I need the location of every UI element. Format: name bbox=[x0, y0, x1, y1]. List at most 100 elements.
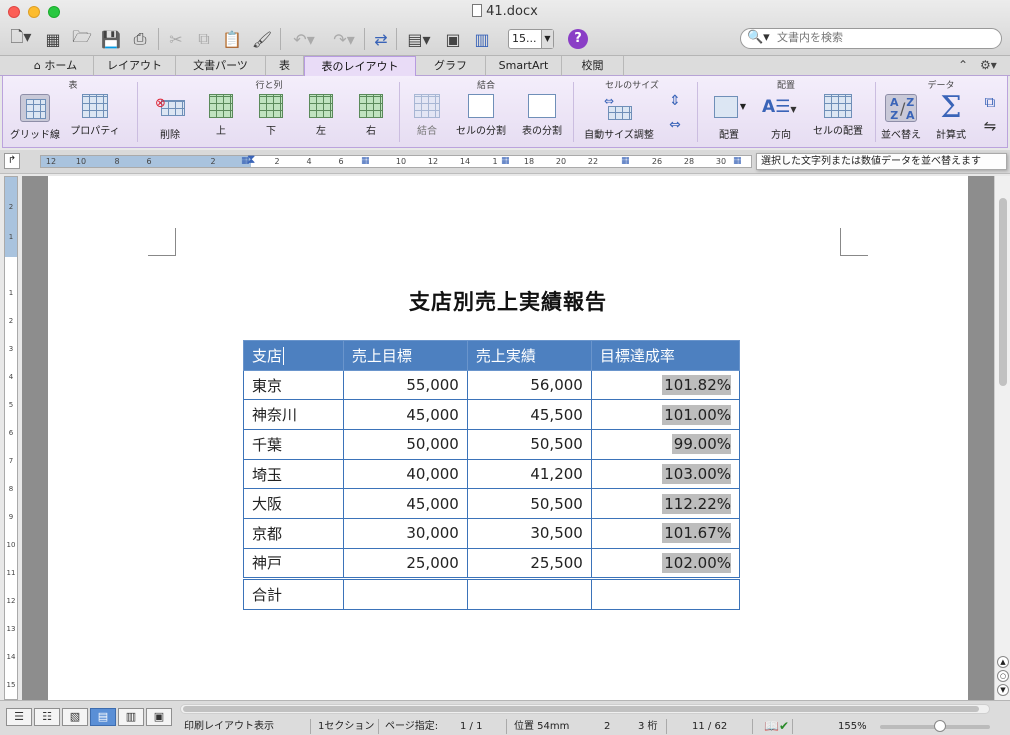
split-cells-button[interactable]: セルの分割 bbox=[451, 94, 511, 144]
formula-button[interactable]: Σ 計算式 bbox=[933, 93, 969, 144]
swap-icon[interactable]: ⇄ bbox=[370, 28, 392, 50]
spelling-check-icon[interactable]: 📖✔ bbox=[764, 718, 789, 735]
sales-table[interactable]: 支店 売上目標 売上実績 目標達成率 東京 55,000 56,000 101.… bbox=[243, 340, 741, 610]
tab-table-layout[interactable]: 表のレイアウト bbox=[304, 56, 416, 76]
target-cell[interactable]: 55,000 bbox=[342, 369, 468, 401]
distribute-columns-icon[interactable]: ⇔ bbox=[663, 116, 687, 134]
target-cell[interactable]: 30,000 bbox=[342, 518, 468, 549]
insert-above-button[interactable]: 上 bbox=[203, 94, 239, 144]
insert-right-button[interactable]: 右 bbox=[353, 94, 389, 144]
branch-cell[interactable]: 京都 bbox=[243, 518, 344, 549]
redo-icon[interactable]: ↷▾ bbox=[326, 28, 362, 50]
horizontal-scrollbar[interactable] bbox=[180, 704, 990, 714]
actual-cell[interactable]: 50,500 bbox=[466, 429, 592, 460]
outline-view-icon[interactable]: ☷ bbox=[34, 708, 60, 726]
insert-below-button[interactable]: 下 bbox=[253, 94, 289, 144]
zoom-slider[interactable] bbox=[880, 720, 990, 732]
branch-cell[interactable]: 神奈川 bbox=[243, 399, 344, 431]
gridlines-button[interactable]: グリッド線 bbox=[7, 94, 63, 144]
insert-left-button[interactable]: 左 bbox=[303, 94, 339, 144]
total-target-cell[interactable] bbox=[342, 576, 468, 610]
rate-cell[interactable]: 101.67% bbox=[590, 518, 741, 549]
vertical-scrollbar[interactable]: ▲ ○ ▼ bbox=[994, 176, 1010, 700]
header-cell[interactable]: 売上実績 bbox=[466, 340, 592, 371]
help-button[interactable]: ? bbox=[568, 29, 588, 49]
properties-button[interactable]: プロパティ bbox=[65, 94, 125, 144]
page-label[interactable]: ページ指定: bbox=[385, 718, 438, 735]
total-label-cell[interactable]: 合計 bbox=[243, 576, 344, 610]
actual-cell[interactable]: 41,200 bbox=[466, 458, 592, 490]
save-icon[interactable]: 💾 bbox=[100, 28, 122, 50]
column-marker-icon[interactable]: ▦ bbox=[621, 156, 630, 166]
branch-cell[interactable]: 東京 bbox=[243, 369, 344, 401]
target-cell[interactable]: 45,000 bbox=[342, 488, 468, 520]
gallery-icon[interactable]: ▦ bbox=[42, 28, 64, 50]
actual-cell[interactable]: 45,500 bbox=[466, 399, 592, 431]
text-direction-button[interactable]: A☰▼ 方向 bbox=[759, 94, 803, 144]
search-input[interactable] bbox=[777, 31, 997, 44]
sidebar-toggle-icon[interactable]: ▤▾ bbox=[402, 28, 436, 50]
word-count[interactable]: 11 / 62 bbox=[692, 718, 727, 735]
delete-button[interactable]: ⊗ 削除 bbox=[145, 94, 195, 144]
vertical-ruler[interactable]: 2 1 1 2 3 4 5 6 7 8 9 10 11 12 13 14 15 bbox=[4, 176, 18, 700]
tab-smartart[interactable]: SmartArt bbox=[486, 56, 562, 76]
actual-cell[interactable]: 25,500 bbox=[466, 547, 592, 579]
merge-cells-button[interactable]: 結合 bbox=[409, 94, 445, 144]
total-rate-cell[interactable] bbox=[590, 576, 741, 610]
cell-margins-button[interactable]: セルの配置 bbox=[809, 94, 867, 144]
header-cell[interactable]: 目標達成率 bbox=[590, 340, 741, 371]
target-cell[interactable]: 50,000 bbox=[342, 429, 468, 460]
split-table-button[interactable]: 表の分割 bbox=[513, 94, 571, 144]
tab-chart[interactable]: グラフ bbox=[416, 56, 486, 76]
scroll-thumb[interactable] bbox=[183, 706, 979, 712]
tab-table[interactable]: 表 bbox=[266, 56, 304, 76]
tab-layout[interactable]: レイアウト bbox=[94, 56, 176, 76]
tab-stop-selector[interactable]: ↱ bbox=[4, 153, 20, 169]
sort-button[interactable]: A Z / Z A 並べ替え bbox=[881, 94, 921, 144]
column-marker-icon[interactable]: ▦ bbox=[733, 156, 742, 166]
header-cell[interactable]: 支店 bbox=[243, 340, 344, 371]
search-field[interactable]: 🔍▾ bbox=[740, 28, 1002, 49]
actual-cell[interactable]: 30,500 bbox=[466, 518, 592, 549]
media-browser-icon[interactable]: ▣ bbox=[442, 28, 464, 50]
undo-icon[interactable]: ↶▾ bbox=[286, 28, 322, 50]
tab-home[interactable]: ⌂ ホーム bbox=[18, 56, 94, 76]
rate-cell[interactable]: 102.00% bbox=[590, 547, 741, 579]
column-marker-icon[interactable]: ▦ bbox=[361, 156, 370, 166]
draft-view-icon[interactable]: ☰ bbox=[6, 708, 32, 726]
rate-cell[interactable]: 101.00% bbox=[590, 399, 741, 431]
align-button[interactable]: ▼ 配置 bbox=[707, 94, 751, 144]
copy-icon[interactable]: ⧉ bbox=[192, 28, 216, 50]
branch-cell[interactable]: 神戸 bbox=[243, 547, 344, 579]
paste-icon[interactable]: 📋 bbox=[220, 28, 244, 50]
actual-cell[interactable]: 50,500 bbox=[466, 488, 592, 520]
distribute-rows-button[interactable]: ⇕ ⇔ bbox=[663, 92, 687, 142]
actual-cell[interactable]: 56,000 bbox=[466, 369, 592, 401]
collapse-ribbon-icon[interactable]: ⌃ bbox=[958, 58, 968, 72]
branch-cell[interactable]: 大阪 bbox=[243, 488, 344, 520]
document-title[interactable]: 支店別売上実績報告 bbox=[48, 286, 968, 316]
target-cell[interactable]: 25,000 bbox=[342, 547, 468, 579]
zoom-select[interactable]: 15... ▼ bbox=[508, 29, 554, 49]
horizontal-ruler[interactable]: 12 10 8 6 2 2 4 6 10 12 14 1 18 20 22 26… bbox=[40, 152, 752, 168]
cut-icon[interactable]: ✂ bbox=[164, 28, 188, 50]
rate-cell[interactable]: 101.82% bbox=[590, 369, 741, 401]
header-cell[interactable]: 売上目標 bbox=[342, 340, 468, 371]
rate-cell[interactable]: 99.00% bbox=[590, 429, 741, 460]
page[interactable]: 支店別売上実績報告 支店 売上目標 売上実績 目標達成率 東京 55,000 5… bbox=[48, 176, 968, 700]
column-marker-icon[interactable]: ▦ bbox=[241, 156, 250, 166]
scroll-thumb[interactable] bbox=[999, 198, 1007, 386]
rate-cell[interactable]: 112.22% bbox=[590, 488, 741, 520]
open-icon[interactable]: 🗁 bbox=[70, 27, 94, 50]
toolbox-icon[interactable]: ▥ bbox=[470, 28, 494, 50]
total-actual-cell[interactable] bbox=[466, 576, 592, 610]
branch-cell[interactable]: 埼玉 bbox=[243, 458, 344, 490]
browse-object-icon[interactable]: ○ bbox=[997, 670, 1009, 682]
print-layout-view-icon[interactable]: ▤ bbox=[90, 708, 116, 726]
tab-review[interactable]: 校閲 bbox=[562, 56, 624, 76]
tab-document-parts[interactable]: 文書パーツ bbox=[176, 56, 266, 76]
column-marker-icon[interactable]: ▦ bbox=[501, 156, 510, 166]
new-document-icon[interactable]: 🗋▾ bbox=[6, 27, 36, 50]
autofit-button[interactable]: ⇔ 自動サイズ調整 bbox=[579, 94, 659, 144]
branch-cell[interactable]: 千葉 bbox=[243, 429, 344, 460]
